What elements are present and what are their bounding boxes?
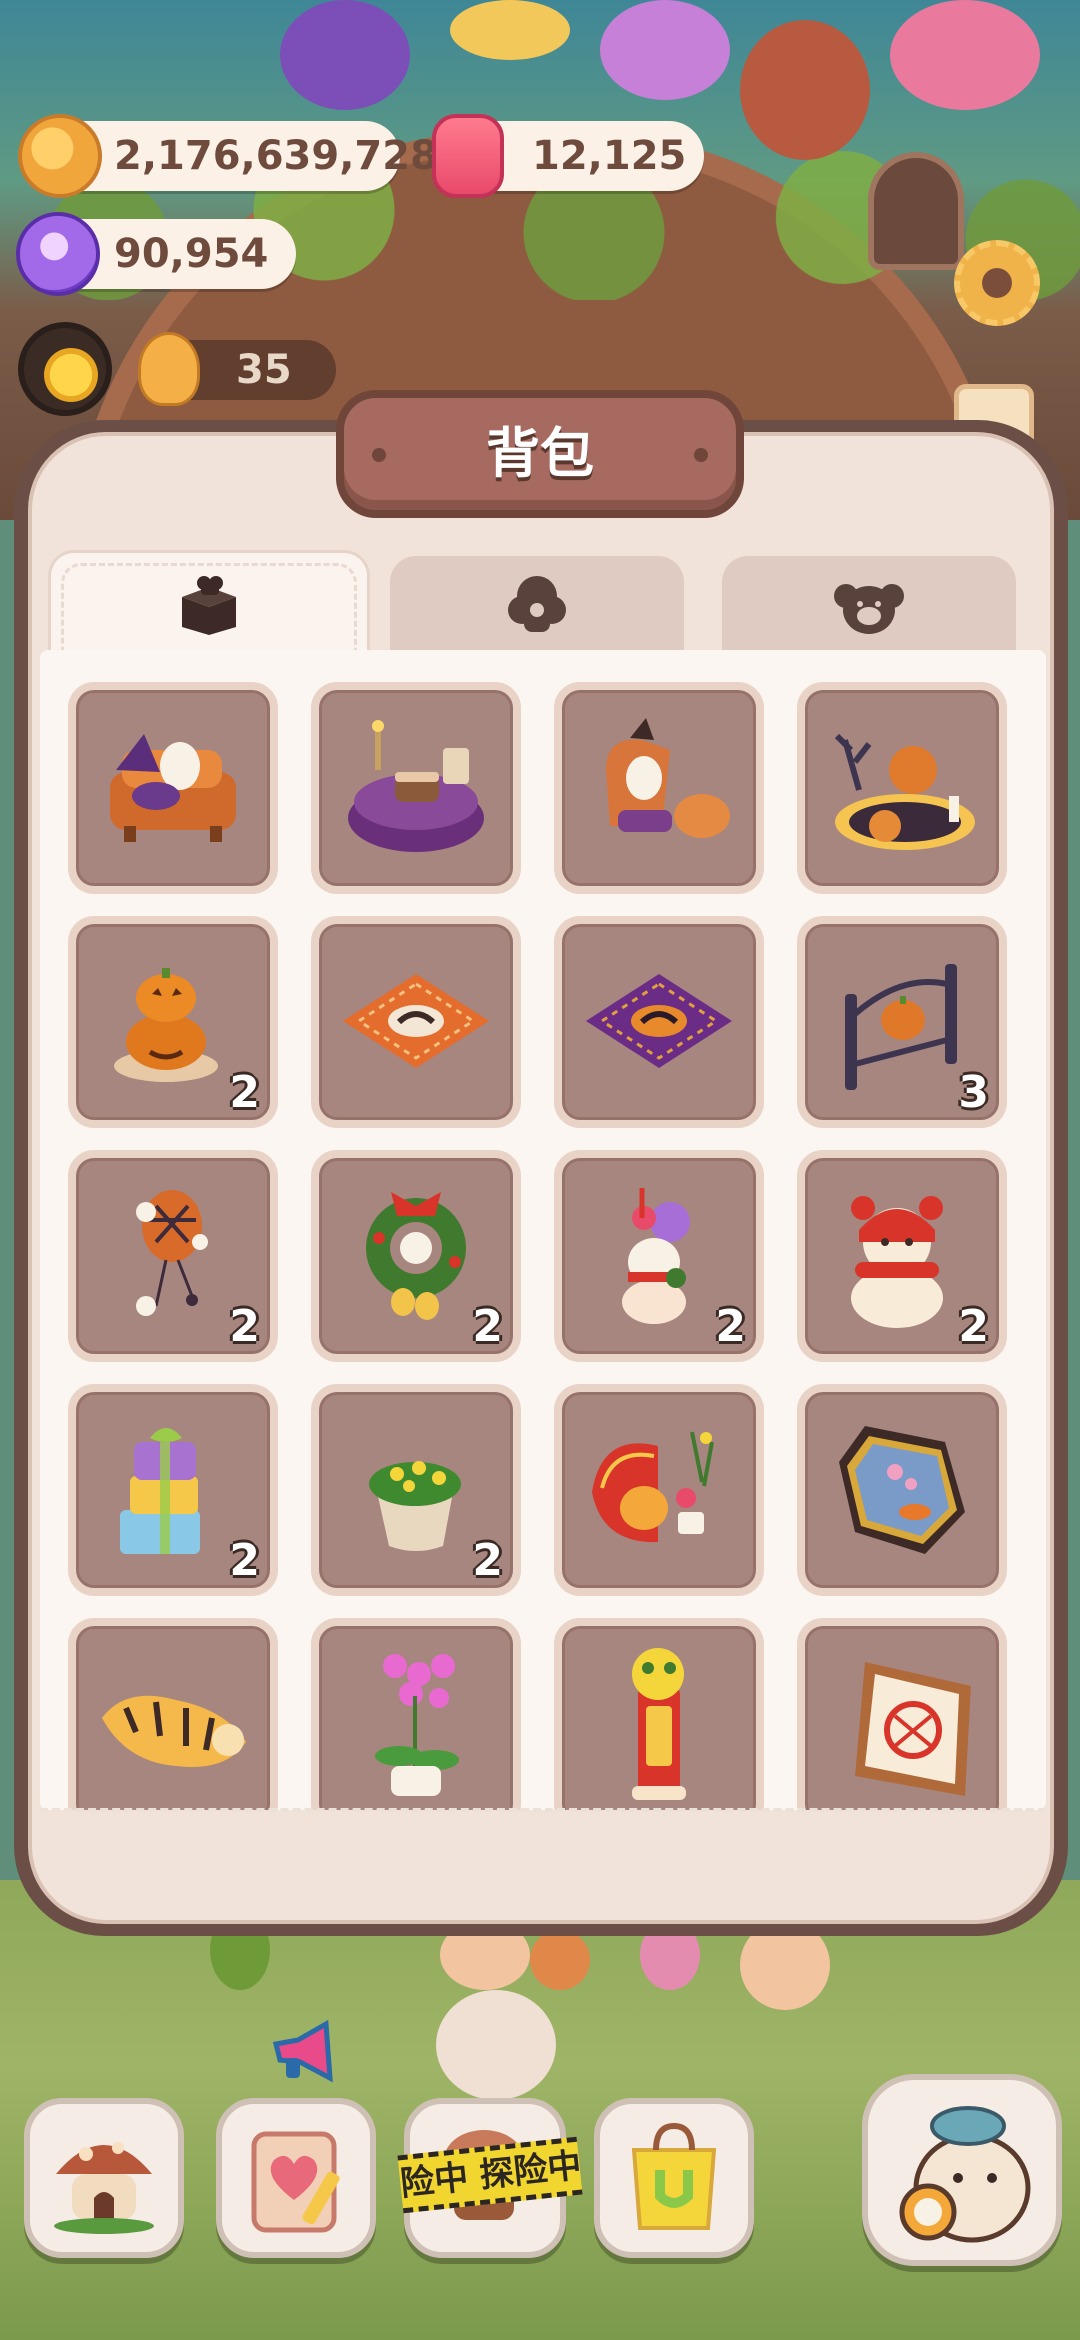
- pink-orchid-icon: [375, 1654, 459, 1796]
- item-count: 2: [229, 1301, 260, 1352]
- christmas-wreath-icon: [366, 1192, 466, 1320]
- inventory-slot[interactable]: [554, 682, 764, 894]
- settings-gear-icon[interactable]: [954, 240, 1040, 326]
- inventory-panel[interactable]: 2 3 2 2 2 2 2 2: [40, 650, 1046, 1810]
- halloween-dining-table-icon: [348, 720, 484, 852]
- item-count: 2: [958, 1301, 989, 1352]
- inventory-slot[interactable]: [797, 1618, 1007, 1810]
- duck-icon: [138, 332, 200, 406]
- megaphone-icon[interactable]: [270, 2020, 340, 2084]
- lion-dance-banner-icon: [632, 1648, 686, 1800]
- journal-button[interactable]: [216, 2098, 376, 2258]
- inventory-grid: 2 3 2 2 2 2 2 2: [68, 682, 1007, 1810]
- inventory-slot[interactable]: [797, 1384, 1007, 1596]
- inventory-slot[interactable]: [797, 682, 1007, 894]
- candle-amount: 12,125: [532, 133, 687, 179]
- mushroom-house-icon: [54, 2142, 154, 2234]
- haunted-stage-icon: [834, 733, 975, 850]
- level-value: 35: [236, 347, 292, 393]
- inventory-slot[interactable]: [68, 682, 278, 894]
- outfit-icon: [508, 576, 566, 632]
- gift-box-stack-icon: [120, 1428, 200, 1554]
- player-level[interactable]: 35: [18, 322, 336, 418]
- inventory-slot[interactable]: [68, 1618, 278, 1810]
- flower-pot-icon: [369, 1461, 461, 1551]
- inventory-slot[interactable]: 2: [68, 916, 278, 1128]
- panel-divider: [40, 1808, 1046, 1812]
- pet-icon: [834, 584, 904, 634]
- gem-icon: [16, 212, 100, 296]
- modal-title-plate: 背包: [336, 390, 744, 518]
- npc-character[interactable]: [450, 0, 570, 60]
- duck-alarm-clock-icon: [899, 2106, 1031, 2243]
- inventory-slot[interactable]: 3: [797, 916, 1007, 1128]
- inventory-slot[interactable]: [311, 916, 521, 1128]
- shop-button[interactable]: [594, 2098, 754, 2258]
- inventory-slot[interactable]: 2: [68, 1150, 278, 1362]
- furniture-box-icon: [182, 575, 236, 635]
- item-count: 2: [229, 1535, 260, 1586]
- inventory-slot[interactable]: [311, 682, 521, 894]
- home-button[interactable]: [24, 2098, 184, 2258]
- inventory-slot[interactable]: [554, 916, 764, 1128]
- npc-character[interactable]: [740, 20, 870, 160]
- modal-title: 背包: [486, 422, 594, 485]
- jack-o-lantern-stack-icon: [114, 968, 218, 1082]
- item-count: 2: [472, 1301, 503, 1352]
- inventory-slot[interactable]: 2: [68, 1384, 278, 1596]
- tree-house-window: [868, 152, 964, 270]
- tiger-rug-icon: [102, 1695, 246, 1767]
- item-count: 2: [229, 1067, 260, 1118]
- item-count: 3: [958, 1067, 989, 1118]
- lunar-new-year-fan-icon: [592, 1431, 714, 1543]
- tab-furniture[interactable]: [48, 550, 370, 656]
- pet-button[interactable]: [862, 2074, 1062, 2266]
- pumpkin-armchair-set-icon: [606, 718, 730, 838]
- halloween-sofa-icon: [110, 734, 236, 842]
- inventory-slot[interactable]: [554, 1384, 764, 1596]
- sun-icon: [44, 348, 98, 402]
- orange-cat-rug-icon: [343, 974, 489, 1068]
- inventory-slot[interactable]: 2: [311, 1384, 521, 1596]
- tiger-paper-cut-frame-icon: [855, 1662, 971, 1796]
- tab-pets[interactable]: [722, 556, 1016, 656]
- spider-balloon-icon: [136, 1190, 208, 1316]
- tab-outfits[interactable]: [390, 556, 684, 656]
- coin-icon: [18, 114, 102, 198]
- heart-notebook-icon: [251, 2131, 340, 2233]
- inventory-slot[interactable]: [554, 1618, 764, 1810]
- npc-character[interactable]: [600, 0, 730, 100]
- candy-snowman-icon: [622, 1188, 690, 1324]
- weather-badge[interactable]: [18, 322, 112, 416]
- candle-icon: [432, 114, 504, 198]
- purple-cat-rug-icon: [586, 974, 732, 1068]
- inventory-slot[interactable]: 2: [554, 1150, 764, 1362]
- npc-character[interactable]: [530, 1930, 590, 1990]
- inventory-slot[interactable]: [311, 1618, 521, 1810]
- inventory-slot[interactable]: 2: [797, 1150, 1007, 1362]
- shopping-bag-icon: [631, 2122, 717, 2230]
- npc-character[interactable]: [890, 0, 1040, 110]
- plum-blossom-painting-icon: [839, 1426, 965, 1554]
- npc-character[interactable]: [436, 1990, 556, 2100]
- iron-pumpkin-gate-icon: [845, 964, 957, 1090]
- inventory-slot[interactable]: 2: [311, 1150, 521, 1362]
- item-count: 2: [472, 1535, 503, 1586]
- coin-amount: 2,176,639,728: [114, 133, 438, 179]
- gem-amount: 90,954: [114, 231, 269, 277]
- npc-character[interactable]: [280, 0, 410, 110]
- red-hat-snowman-icon: [851, 1196, 943, 1328]
- item-count: 2: [715, 1301, 746, 1352]
